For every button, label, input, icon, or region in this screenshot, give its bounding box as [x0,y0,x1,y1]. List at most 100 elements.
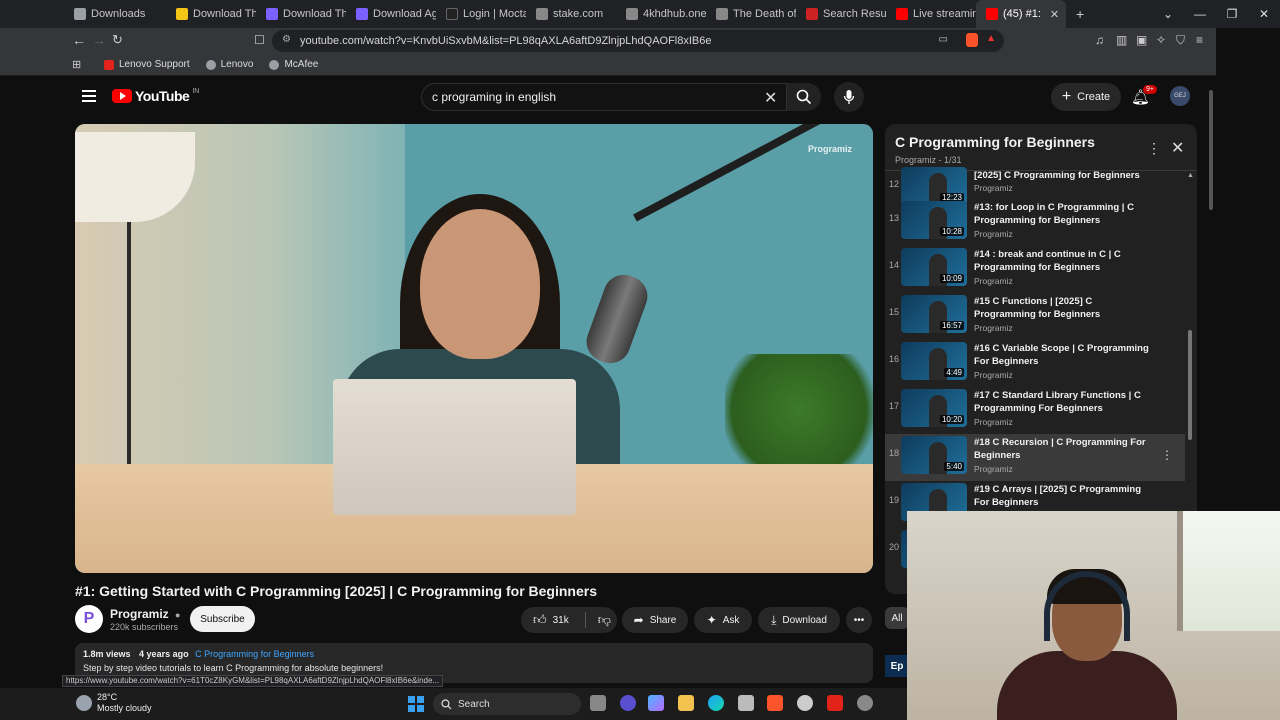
tab-live-streaming[interactable]: Live streaming [886,0,976,28]
tab-moctale[interactable]: Login | Moctale [436,0,526,28]
page-scroll-thumb[interactable] [1209,90,1213,210]
video-title: #1: Getting Started with C Programming [… [75,583,597,599]
ep-thumbnail[interactable]: Ep [885,655,909,677]
tab-active-youtube[interactable]: (45) #1: ✕ [976,0,1066,28]
channel-watermark[interactable]: Programiz [808,144,852,154]
windows-start-icon[interactable] [408,696,424,712]
status-bar-url: https://www.youtube.com/watch?v=61T0cZ8K… [62,675,444,687]
weather-widget[interactable]: 28°C Mostly cloudy [76,692,152,714]
search-input[interactable]: c programing in english [421,83,787,111]
dislike-button[interactable]: 👎︎ [598,612,611,628]
address-bar[interactable]: ⚙ youtube.com/watch?v=KnvbUiSxvbM&list=P… [272,30,1004,52]
youtube-play-icon [112,89,132,103]
tab-search-results[interactable]: Search Results [796,0,886,28]
sidebar-icon[interactable]: ▥ [1116,33,1127,47]
playlist-more-icon[interactable]: ⋮ [1147,140,1161,157]
item-number: 17 [888,401,899,411]
item-channel: Programiz [974,417,1013,427]
close-window-button[interactable]: ✕ [1248,7,1280,21]
playlist-item[interactable]: 15 16:57 #15 C Functions | [2025] C Prog… [885,293,1185,340]
brave-shield-icon[interactable] [966,33,978,47]
tab-death-of[interactable]: The Death of R [706,0,796,28]
channel-avatar[interactable]: P [75,605,103,633]
create-button[interactable]: + Create [1051,83,1121,111]
maximize-button[interactable]: ❐ [1216,7,1248,21]
item-channel: Programiz [974,323,1013,333]
video-player[interactable]: Programiz [75,124,873,573]
forward-button[interactable]: → [92,32,106,48]
app-icon[interactable] [857,695,873,711]
tab-search-icon[interactable]: ⌄ [1152,7,1184,21]
playlist-item[interactable]: 13 10:28 #13: for Loop in C Programming … [885,199,1185,246]
copilot-icon[interactable] [648,695,664,711]
channel-name[interactable]: Programiz ● [110,607,180,621]
brave-rewards-icon[interactable]: ▲ [986,33,996,44]
page-scrollbar[interactable] [1207,90,1215,510]
browser-menu-icon[interactable]: ≡ [1196,33,1203,47]
task-view-icon[interactable] [590,695,606,711]
tab-stake[interactable]: stake.com [526,0,616,28]
back-button[interactable]: ← [72,32,86,48]
playlist-title[interactable]: C Programming for Beginners [895,134,1095,150]
item-duration: 10:20 [939,415,964,424]
playlist-item[interactable]: 16 4:49 #16 C Variable Scope | C Program… [885,340,1185,387]
search-button[interactable] [787,83,821,111]
playlist-item[interactable]: 17 10:20 #17 C Standard Library Function… [885,387,1185,434]
store-icon[interactable] [738,695,754,711]
vpn-icon[interactable]: ⛉ [1176,33,1185,48]
edge-icon[interactable] [708,695,724,711]
clear-search-icon[interactable]: ✕ [764,88,777,108]
share-button[interactable]: ➦ Share [622,607,688,633]
voice-search-button[interactable] [834,82,864,112]
bookmark-lenovo[interactable]: Lenovo [205,59,253,70]
file-explorer-icon[interactable] [678,695,694,711]
youtube-logo[interactable]: YouTube IN [112,88,199,104]
tab-download-the-1[interactable]: Download The [166,0,256,28]
playlist-item-hovered[interactable]: 18 5:40 #18 C Recursion | C Programming … [885,434,1185,481]
like-button[interactable]: 👍︎ 31k [533,612,569,628]
tab-favicon-icon [536,8,548,20]
tab-label: Downloads [91,8,146,20]
playlist-scroll-thumb[interactable] [1188,330,1192,440]
playlist-close-icon[interactable]: ✕ [1171,138,1184,158]
brave-icon[interactable] [767,695,783,711]
subscribe-button[interactable]: Subscribe [190,606,255,632]
app-icon[interactable] [797,695,813,711]
bookmark-lenovo-support[interactable]: Lenovo Support [104,59,190,70]
account-avatar[interactable]: GEJ [1170,86,1190,106]
bookmark-mcafee[interactable]: McAfee [269,59,318,70]
item-duration: 5:40 [944,462,964,471]
lenovo-app-icon[interactable] [827,695,843,711]
more-actions-button[interactable]: ••• [846,607,872,633]
item-duration: 10:28 [939,227,964,236]
taskbar-search[interactable]: Search [433,693,581,715]
apps-grid-icon[interactable]: ⊞ [72,58,81,71]
site-info-icon[interactable]: ⚙ [282,34,291,45]
minimize-button[interactable]: — [1184,7,1216,21]
close-tab-icon[interactable]: ✕ [1050,8,1059,21]
app-icon[interactable] [620,695,636,711]
playlist-subtitle: Programiz - 1/31 [895,155,962,165]
reload-button[interactable]: ↻ [112,32,123,48]
scroll-up-icon[interactable]: ▲ [1187,172,1194,179]
download-button[interactable]: ⤓ Download [758,607,840,633]
tab-downloads[interactable]: Downloads [0,0,166,28]
bookmark-icon[interactable]: ☐ [254,33,265,47]
tab-download-the-2[interactable]: Download The [256,0,346,28]
wallet-icon[interactable]: ▣ [1136,33,1147,47]
tab-download-age[interactable]: Download Age [346,0,436,28]
playlist-item[interactable]: 14 10:09 #14 : break and continue in C |… [885,246,1185,293]
item-more-icon[interactable]: ⋮ [1161,448,1173,462]
tab-4khdhub[interactable]: 4khdhub.one/ [616,0,706,28]
cast-icon[interactable]: ▭ [939,34,948,45]
hamburger-menu-icon[interactable] [82,90,96,102]
playlist-link[interactable]: C Programming for Beginners [195,649,314,659]
ask-button[interactable]: ✦ Ask [694,607,752,633]
music-icon[interactable]: ♫ [1095,33,1104,47]
filter-chip-all[interactable]: All [885,607,909,629]
leo-icon[interactable]: ✧ [1156,33,1166,47]
item-number: 13 [888,213,899,223]
playlist-scrollbar[interactable]: ▲ [1187,172,1194,460]
bookmark-label: McAfee [284,59,319,70]
new-tab-button[interactable]: + [1076,6,1084,22]
